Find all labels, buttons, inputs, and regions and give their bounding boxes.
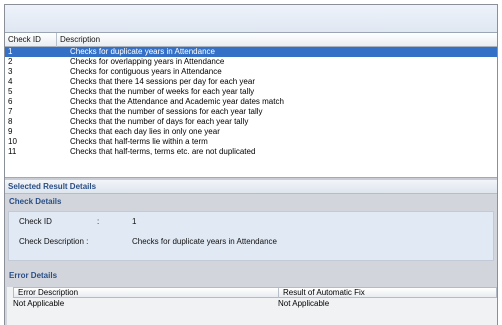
check-id-cell: 8 xyxy=(8,117,13,126)
column-header-description[interactable]: Description xyxy=(57,33,497,47)
check-description-value: Checks for duplicate years in Attendance xyxy=(132,237,277,246)
description-cell: Checks for duplicate years in Attendance xyxy=(70,47,215,56)
description-cell: Checks that half-terms lie within a term xyxy=(70,137,208,146)
check-id-cell: 7 xyxy=(8,107,13,116)
list-item[interactable]: 9 Checks that each day lies in only one y… xyxy=(5,127,497,137)
check-id-label: Check ID xyxy=(19,217,52,226)
list-item[interactable]: 10 Checks that half-terms lie within a te… xyxy=(5,137,497,147)
check-id-cell: 10 xyxy=(8,137,17,146)
list-item[interactable]: 5 Checks that the number of weeks for eac… xyxy=(5,87,497,97)
check-id-cell: 5 xyxy=(8,87,13,96)
description-cell: Checks that the Attendance and Academic … xyxy=(70,97,284,106)
list-item[interactable]: 2 Checks for overlapping years in Attenda… xyxy=(5,57,497,67)
list-item[interactable]: 6 Checks that the Attendance and Academic… xyxy=(5,97,497,107)
list-item[interactable]: 7 Checks that the number of sessions for … xyxy=(5,107,497,117)
description-cell: Checks that the number of days for each … xyxy=(70,117,249,126)
automatic-fix-cell: Not Applicable xyxy=(278,299,330,308)
main-window: Check ID Description 1 Checks for duplica… xyxy=(4,4,498,325)
check-details-box: Check ID : 1 Check Description : Checks … xyxy=(8,211,494,261)
check-id-cell: 9 xyxy=(8,127,13,136)
description-cell: Checks that each day lies in only one ye… xyxy=(70,127,220,136)
toolbar-area xyxy=(5,5,497,33)
list-item[interactable]: 11 Checks that half-terms, terms etc. are… xyxy=(5,147,497,157)
list-header: Check ID Description xyxy=(5,33,497,47)
check-id-cell: 6 xyxy=(8,97,13,106)
description-cell: Checks for contiguous years in Attendanc… xyxy=(70,67,222,76)
description-cell: Checks that half-terms, terms etc. are n… xyxy=(70,147,256,156)
list-item-partial[interactable] xyxy=(5,157,497,161)
description-cell: Checks that the number of sessions for e… xyxy=(70,107,263,116)
list-item[interactable]: 3 Checks for contiguous years in Attendan… xyxy=(5,67,497,77)
check-id-cell: 11 xyxy=(8,147,17,156)
error-details-grid[interactable]: Error Description Result of Automatic Fi… xyxy=(7,287,497,325)
description-cell: Checks for overlapping years in Attendan… xyxy=(70,57,225,66)
description-cell: Checks that there 14 sessions per day fo… xyxy=(70,77,255,86)
selected-result-header: Selected Result Details xyxy=(5,180,497,194)
check-details-title: Check Details xyxy=(9,197,62,206)
error-description-cell: Not Applicable xyxy=(13,299,65,308)
list-item[interactable]: 8 Checks that the number of days for each… xyxy=(5,117,497,127)
check-id-value: 1 xyxy=(132,217,137,226)
check-id-cell: 2 xyxy=(8,57,13,66)
check-id-cell: 1 xyxy=(8,47,13,56)
error-details-title: Error Details xyxy=(9,271,58,280)
list-item[interactable]: 4 Checks that there 14 sessions per day f… xyxy=(5,77,497,87)
description-cell: Checks that the number of weeks for each… xyxy=(70,87,255,96)
column-header-automatic-fix[interactable]: Result of Automatic Fix xyxy=(279,288,497,298)
details-panel: Check Details Check ID : 1 Check Descrip… xyxy=(5,194,497,325)
error-row[interactable]: Not Applicable Not Applicable xyxy=(13,298,497,309)
list-item[interactable]: 1 Checks for duplicate years in Attendanc… xyxy=(5,47,497,57)
selected-result-title: Selected Result Details xyxy=(8,182,97,191)
check-id-cell: 4 xyxy=(8,77,13,86)
check-description-label: Check Description : xyxy=(19,237,89,246)
column-header-check-id[interactable]: Check ID xyxy=(5,33,57,47)
error-grid-header: Error Description Result of Automatic Fi… xyxy=(13,287,497,298)
check-results-list[interactable]: Check ID Description 1 Checks for duplica… xyxy=(5,33,497,178)
check-id-separator: : xyxy=(97,217,100,226)
check-id-cell: 3 xyxy=(8,67,13,76)
column-header-error-description[interactable]: Error Description xyxy=(14,288,279,298)
